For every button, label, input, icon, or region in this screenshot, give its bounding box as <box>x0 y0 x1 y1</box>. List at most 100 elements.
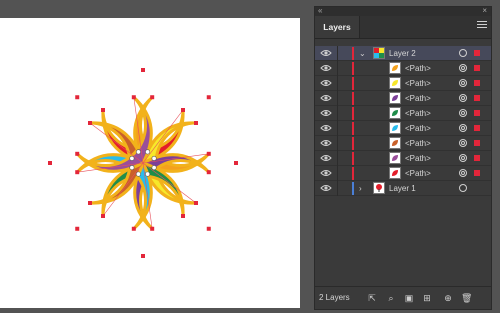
center-handle[interactable] <box>135 149 141 155</box>
eye-icon[interactable] <box>320 64 332 72</box>
lock-column[interactable] <box>337 76 338 91</box>
target-icon[interactable] <box>459 139 467 147</box>
center-handle[interactable] <box>151 155 157 161</box>
anchor-point[interactable] <box>141 68 145 72</box>
new-sublayer-icon[interactable]: ⊞ <box>422 293 432 303</box>
layer-label[interactable]: <Path> <box>405 91 431 106</box>
layer-label[interactable]: <Path> <box>405 166 431 181</box>
target-icon[interactable] <box>459 169 467 177</box>
path-row[interactable]: <Path> <box>315 61 491 76</box>
anchor-point[interactable] <box>150 226 155 231</box>
eye-icon[interactable] <box>320 109 332 117</box>
layer-label[interactable]: <Path> <box>405 76 431 91</box>
anchor-point[interactable] <box>75 151 80 156</box>
flower-artwork[interactable] <box>0 18 300 308</box>
double-arrow-icon[interactable]: « <box>318 6 322 16</box>
eye-icon[interactable] <box>320 124 332 132</box>
artboard[interactable] <box>0 18 300 308</box>
lock-column[interactable] <box>337 136 338 151</box>
eye-icon[interactable] <box>320 154 332 162</box>
path-row[interactable]: <Path> <box>315 121 491 136</box>
locate-object-icon[interactable]: ⌕ <box>386 293 396 303</box>
anchor-point[interactable] <box>234 161 238 165</box>
lock-column[interactable] <box>337 91 338 106</box>
layer-label[interactable]: Layer 1 <box>389 181 416 196</box>
chevron-down-icon[interactable]: ⌄ <box>359 47 366 60</box>
anchor-point[interactable] <box>141 254 145 258</box>
eye-icon[interactable] <box>320 139 332 147</box>
path-row[interactable]: <Path> <box>315 106 491 121</box>
target-icon[interactable] <box>459 109 467 117</box>
lock-column[interactable] <box>337 61 338 76</box>
target-icon[interactable] <box>459 79 467 87</box>
eye-icon[interactable] <box>320 94 332 102</box>
anchor-point[interactable] <box>206 170 211 175</box>
anchor-point[interactable] <box>101 108 105 112</box>
center-handle[interactable] <box>145 171 151 177</box>
panel-title-bar[interactable]: « × <box>315 6 491 16</box>
eye-icon[interactable] <box>320 79 332 87</box>
selection-indicator[interactable] <box>474 140 480 146</box>
new-layer-icon[interactable]: ⊕ <box>443 293 453 303</box>
path-row[interactable]: <Path> <box>315 91 491 106</box>
anchor-point[interactable] <box>88 201 92 205</box>
anchor-point[interactable] <box>88 121 92 125</box>
layer-row[interactable]: ⌄ Layer 2 <box>315 46 491 61</box>
selection-indicator[interactable] <box>474 110 480 116</box>
anchor-point[interactable] <box>131 226 136 231</box>
anchor-point[interactable] <box>75 170 80 175</box>
anchor-point[interactable] <box>75 226 80 231</box>
anchor-point[interactable] <box>181 108 185 112</box>
eye-icon[interactable] <box>320 49 332 57</box>
layer-label[interactable]: <Path> <box>405 151 431 166</box>
path-row[interactable]: <Path> <box>315 136 491 151</box>
target-icon[interactable] <box>459 64 467 72</box>
anchor-point[interactable] <box>48 161 52 165</box>
center-handle[interactable] <box>151 165 157 171</box>
target-icon[interactable] <box>459 154 467 162</box>
selection-indicator[interactable] <box>474 95 480 101</box>
anchor-point[interactable] <box>206 151 211 156</box>
layer-label[interactable]: <Path> <box>405 136 431 151</box>
layer-label[interactable]: Layer 2 <box>389 46 416 61</box>
anchor-point[interactable] <box>181 214 185 218</box>
selection-indicator[interactable] <box>474 65 480 71</box>
layer-label[interactable]: <Path> <box>405 61 431 76</box>
layer-row[interactable]: › Layer 1 <box>315 181 491 196</box>
eye-icon[interactable] <box>320 184 332 192</box>
anchor-point[interactable] <box>206 95 211 100</box>
eye-icon[interactable] <box>320 169 332 177</box>
anchor-point[interactable] <box>206 226 211 231</box>
lock-column[interactable] <box>337 166 338 181</box>
target-icon[interactable] <box>459 184 467 192</box>
lock-column[interactable] <box>337 106 338 121</box>
lock-column[interactable] <box>337 151 338 166</box>
selection-indicator[interactable] <box>474 80 480 86</box>
layer-label[interactable]: <Path> <box>405 106 431 121</box>
lock-column[interactable] <box>337 46 338 61</box>
selection-indicator[interactable] <box>474 170 480 176</box>
path-row[interactable]: <Path> <box>315 166 491 181</box>
clipping-mask-icon[interactable]: ▣ <box>404 293 414 303</box>
anchor-point[interactable] <box>194 121 198 125</box>
close-icon[interactable]: × <box>482 6 487 16</box>
lock-column[interactable] <box>337 121 338 136</box>
target-icon[interactable] <box>459 49 467 57</box>
target-icon[interactable] <box>459 94 467 102</box>
trash-icon[interactable]: 🗑 <box>461 293 472 303</box>
center-handle[interactable] <box>129 165 135 171</box>
panel-menu-icon[interactable] <box>477 21 487 31</box>
anchor-point[interactable] <box>150 95 155 100</box>
lock-column[interactable] <box>337 181 338 196</box>
tab-layers[interactable]: Layers <box>315 16 360 38</box>
anchor-point[interactable] <box>75 95 80 100</box>
export-icon[interactable]: ⇱ <box>367 293 377 303</box>
anchor-point[interactable] <box>194 201 198 205</box>
anchor-point[interactable] <box>101 214 105 218</box>
selection-indicator[interactable] <box>474 50 480 56</box>
target-icon[interactable] <box>459 124 467 132</box>
center-handle[interactable] <box>129 155 135 161</box>
center-handle[interactable] <box>145 149 151 155</box>
center-handle[interactable] <box>135 171 141 177</box>
layer-label[interactable]: <Path> <box>405 121 431 136</box>
